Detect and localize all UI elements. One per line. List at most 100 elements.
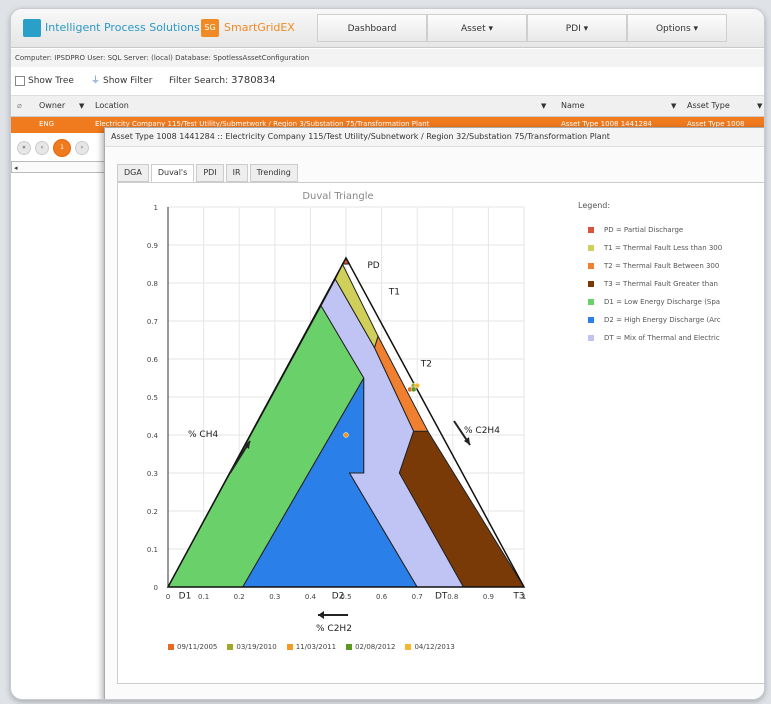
- sample-swatch: [227, 644, 234, 650]
- sample-legend-item[interactable]: 02/08/2012: [346, 643, 395, 651]
- sample-swatch: [405, 644, 412, 650]
- product-logo-icon: SG: [201, 19, 219, 37]
- legend-item: PD = Partial Discharge: [588, 221, 722, 239]
- horizontal-scrollbar[interactable]: ◂: [11, 161, 106, 173]
- current-page-button[interactable]: 1: [53, 139, 71, 157]
- sample-date-label: 04/12/2013: [414, 643, 455, 651]
- nav-item-1[interactable]: Asset ▾: [427, 14, 527, 42]
- x-tick-label: 0: [166, 593, 170, 601]
- legend-swatch: [588, 245, 594, 251]
- sample-legend-item[interactable]: 03/19/2010: [227, 643, 277, 651]
- zone-label: T1: [388, 287, 400, 297]
- nav-item-0[interactable]: Dashboard: [317, 14, 427, 42]
- product-name: SmartGridEX: [224, 21, 295, 34]
- legend-swatch: [588, 335, 594, 341]
- tab-trending[interactable]: Trending: [249, 164, 298, 182]
- sample-point[interactable]: [414, 382, 420, 389]
- zone-label: T3: [512, 591, 524, 601]
- legend-label: T2 = Thermal Fault Between 300: [604, 262, 720, 270]
- filter-search-input[interactable]: 3780834: [231, 69, 276, 93]
- y-tick-label: 0.2: [147, 508, 158, 516]
- x-tick-label: 0.8: [447, 593, 458, 601]
- y-tick-label: 0.9: [147, 242, 158, 250]
- sample-legend-item[interactable]: 04/12/2013: [405, 643, 455, 651]
- legend-item: DT = Mix of Thermal and Electric: [588, 329, 722, 347]
- legend-swatch: [588, 281, 594, 287]
- sample-point[interactable]: [343, 432, 349, 438]
- legend-label: D2 = High Energy Discharge (Arc: [604, 316, 721, 324]
- y-tick-label: 0.4: [147, 432, 159, 440]
- main-nav: Dashboard Asset ▾ PDI ▾ Options ▾: [317, 14, 727, 42]
- filter-search: Filter Search: 3780834: [169, 69, 276, 93]
- dialog-title: Asset Type 1008 1441284 :: Electricity C…: [105, 128, 764, 147]
- legend-title: Legend:: [578, 201, 611, 210]
- nav-item-3[interactable]: Options ▾: [627, 14, 727, 42]
- axis-label-left: % CH4: [188, 430, 218, 440]
- y-tick-label: 0.8: [147, 280, 158, 288]
- col-location[interactable]: Location: [95, 96, 129, 116]
- owner-filter-icon[interactable]: ▼: [79, 96, 84, 116]
- asset-dialog: Asset Type 1008 1441284 :: Electricity C…: [104, 127, 764, 699]
- tab-pdi[interactable]: PDI: [196, 164, 224, 182]
- legend-item: D1 = Low Energy Discharge (Spa: [588, 293, 722, 311]
- nav-item-2[interactable]: PDI ▾: [527, 14, 627, 42]
- sample-date-label: 02/08/2012: [355, 643, 396, 651]
- y-tick-label: 0.3: [147, 470, 158, 478]
- col-asset-type[interactable]: Asset Type: [687, 96, 730, 116]
- legend-swatch: [588, 299, 594, 305]
- sample-swatch: [286, 644, 293, 650]
- legend-item: T3 = Thermal Fault Greater than: [588, 275, 722, 293]
- ips-logo-icon: [23, 19, 41, 37]
- show-tree-label: Show Tree: [28, 76, 74, 86]
- sample-date-label: 09/11/2005: [177, 643, 218, 651]
- x-tick-label: 0.4: [305, 593, 317, 601]
- x-tick-label: 0.7: [412, 593, 423, 601]
- show-tree-toggle[interactable]: Show Tree: [15, 69, 74, 93]
- show-tree-checkbox[interactable]: [15, 76, 25, 86]
- sample-legend-item[interactable]: 09/11/2005: [168, 643, 217, 651]
- zone-label: DT: [435, 591, 448, 601]
- tab-ir[interactable]: IR: [225, 164, 248, 182]
- legend-swatch: [588, 317, 594, 323]
- name-filter-icon[interactable]: ▼: [671, 96, 676, 116]
- x-tick-label: 0.6: [376, 593, 388, 601]
- c2h2-arrowhead-icon: [318, 611, 324, 619]
- show-filter-label: Show Filter: [103, 76, 153, 86]
- col-owner[interactable]: Owner: [39, 96, 65, 116]
- tab-duvals[interactable]: Duval's: [150, 164, 195, 182]
- filter-search-label: Filter Search:: [169, 76, 229, 86]
- tab-dga[interactable]: DGA: [117, 164, 149, 182]
- attachment-icon: ⌀: [17, 101, 22, 110]
- axis-label-bottom: % C2H2: [316, 624, 352, 633]
- connection-breadcrumb: Computer: IPSDPRO User: SQL Server: (loc…: [11, 49, 764, 67]
- chart-title: Duval Triangle: [302, 191, 373, 202]
- y-tick-label: 0: [154, 584, 158, 592]
- show-filter-toggle[interactable]: ⏚ Show Filter: [91, 69, 152, 93]
- grid-header: ⌀ Owner ▼ Location ▼ Name ▼ Asset Type ▼: [11, 95, 764, 117]
- legend-label: DT = Mix of Thermal and Electric: [604, 334, 720, 342]
- sample-date-label: 11/03/2011: [295, 643, 337, 651]
- zone-label: D2: [332, 591, 345, 601]
- legend-item: T2 = Thermal Fault Between 300: [588, 257, 722, 275]
- cell-owner: ENG: [39, 120, 55, 128]
- legend-item: D2 = High Energy Discharge (Arc: [588, 311, 722, 329]
- zone-label: D1: [179, 591, 192, 601]
- location-filter-icon[interactable]: ▼: [541, 96, 546, 116]
- app-window: Intelligent Process Solutions SG SmartGr…: [10, 8, 765, 700]
- axis-label-right: % C2H4: [464, 426, 500, 436]
- zone-label: T2: [420, 360, 432, 370]
- first-page-button[interactable]: «: [17, 141, 31, 155]
- asset-type-filter-icon[interactable]: ▼: [757, 96, 762, 116]
- sample-legend-item[interactable]: 11/03/2011: [286, 643, 337, 651]
- legend-swatch: [588, 263, 594, 269]
- prev-page-button[interactable]: ‹: [35, 141, 49, 155]
- next-page-button[interactable]: ›: [75, 141, 89, 155]
- duval-triangle-chart: Duval Triangle 0 0.1 0.2 0.3 0.4 0.5 0.6 0.7 0.8…: [147, 191, 526, 633]
- sample-swatch: [346, 644, 353, 650]
- x-tick-label: 0.2: [234, 593, 245, 601]
- legend-label: D1 = Low Energy Discharge (Spa: [604, 298, 721, 306]
- col-name[interactable]: Name: [561, 96, 585, 116]
- legend-label: T1 = Thermal Fault Less than 300: [604, 244, 723, 252]
- legend-item: T1 = Thermal Fault Less than 300: [588, 239, 722, 257]
- duval-panel: Duval Triangle 0 0.1 0.2 0.3 0.4 0.5 0.6 0.7 0.8…: [117, 182, 764, 684]
